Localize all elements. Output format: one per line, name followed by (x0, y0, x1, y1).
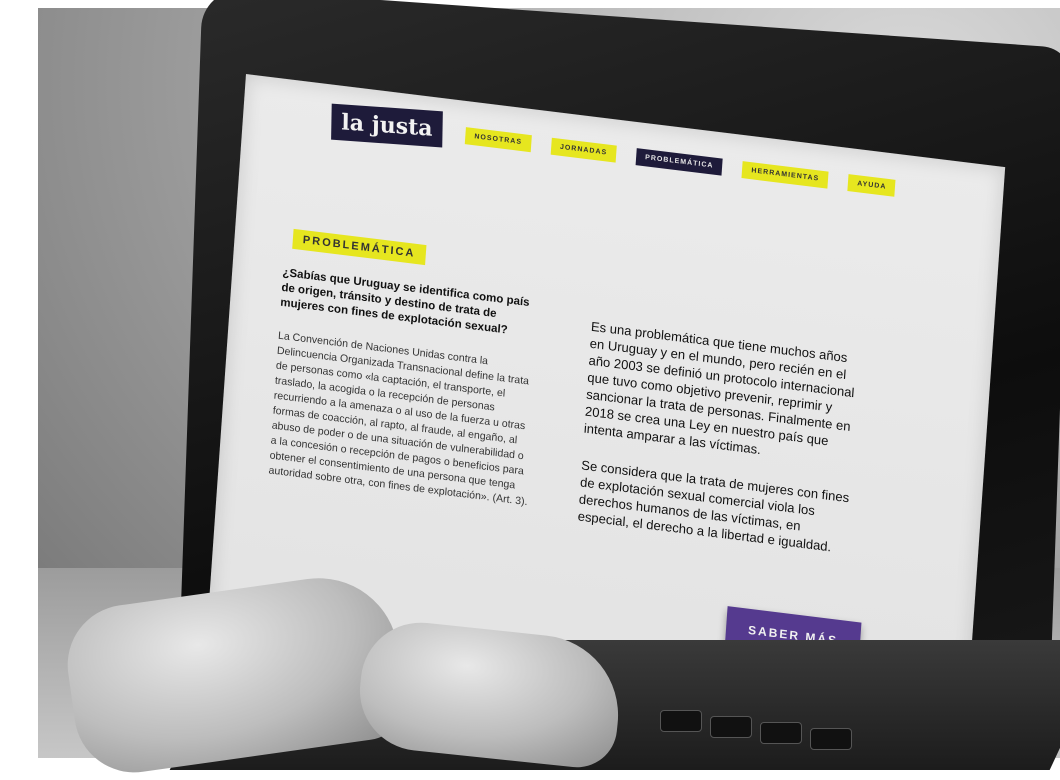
keyboard-key (710, 716, 752, 738)
nav-item-nosotras[interactable]: NOSOTRAS (464, 127, 532, 153)
right-column: Es una problemática que tiene muchos año… (576, 318, 862, 578)
left-column: ¿Sabías que Uruguay se identifica como p… (268, 266, 543, 510)
convention-quote: La Convención de Naciones Unidas contra … (268, 329, 530, 509)
paragraph-history: Es una problemática que tiene muchos año… (583, 318, 855, 458)
keyboard-key (660, 710, 702, 732)
nav-item-ayuda[interactable]: AYUDA (847, 174, 896, 197)
keyboard-key (810, 728, 852, 750)
section-label: PROBLEMÁTICA (292, 228, 427, 266)
keyboard-key (760, 722, 802, 744)
lead-question: ¿Sabías que Uruguay se identifica como p… (279, 266, 530, 337)
paragraph-rights: Se considera que la trata de mujeres con… (577, 457, 850, 555)
nav-item-herramientas[interactable]: HERRAMIENTAS (741, 161, 829, 189)
nav-item-jornadas[interactable]: JORNADAS (550, 137, 617, 163)
nav-item-problematica[interactable]: PROBLEMÁTICA (635, 148, 724, 176)
site-logo[interactable]: la justa (331, 103, 443, 148)
